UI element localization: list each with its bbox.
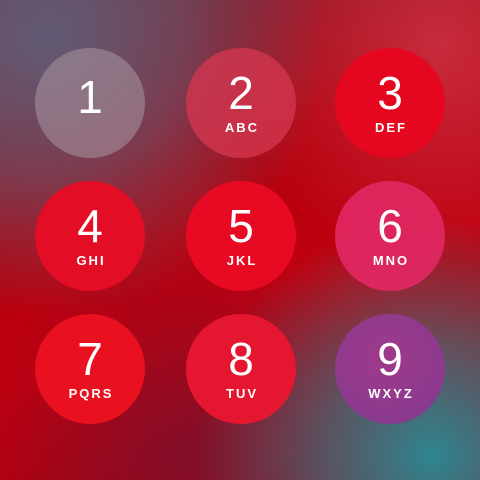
key-5-button[interactable]: 5 JKL [186, 181, 296, 291]
key-1-button[interactable]: 1 [35, 48, 145, 158]
key-digit: 3 [377, 67, 403, 119]
key-letters: MNO [372, 253, 410, 268]
passcode-keypad: 1 2 ABC 3 DEF 4 GHI 5 JKL 6 MNO 7 PQRS 8… [0, 0, 480, 480]
key-9-button[interactable]: 9 WXYZ [335, 314, 445, 424]
key-digit: 5 [228, 200, 254, 252]
key-letters: JKL [226, 253, 258, 268]
key-digit: 4 [77, 200, 103, 252]
key-8-button[interactable]: 8 TUV [186, 314, 296, 424]
key-2-button[interactable]: 2 ABC [186, 48, 296, 158]
key-digit: 7 [77, 333, 103, 385]
key-6-button[interactable]: 6 MNO [335, 181, 445, 291]
key-digit: 8 [228, 333, 254, 385]
key-letters: PQRS [68, 386, 114, 401]
key-4-button[interactable]: 4 GHI [35, 181, 145, 291]
key-letters: DEF [375, 120, 407, 135]
key-letters: WXYZ [368, 386, 414, 401]
key-3-button[interactable]: 3 DEF [335, 48, 445, 158]
key-digit: 2 [228, 67, 254, 119]
key-7-button[interactable]: 7 PQRS [35, 314, 145, 424]
key-digit: 9 [377, 333, 403, 385]
key-digit: 6 [377, 200, 403, 252]
key-letters: TUV [226, 386, 258, 401]
key-letters: GHI [76, 253, 106, 268]
key-letters: ABC [224, 120, 260, 135]
key-digit: 1 [77, 71, 103, 123]
